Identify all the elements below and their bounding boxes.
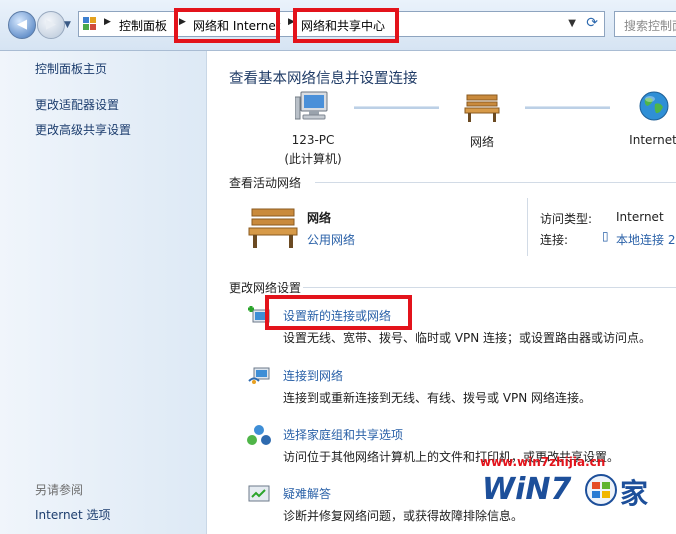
pc-subtitle: (此计算机): [284, 152, 342, 166]
sidebar: 控制面板主页 更改适配器设置 更改高级共享设置 另请参阅 Internet 选项: [0, 51, 207, 534]
connection-label: 连接:: [540, 233, 569, 247]
breadcrumb-separator-icon: ▶: [104, 17, 111, 27]
divider: [315, 182, 676, 183]
access-type-label: 访问类型:: [540, 212, 593, 226]
main-content: 查看基本网络信息并设置连接 123-PC (此计算机) 网络 Internet …: [207, 51, 676, 534]
search-input[interactable]: 搜索控制面: [614, 11, 676, 37]
access-type-value: Internet: [616, 210, 664, 224]
troubleshoot-link[interactable]: 疑难解答: [283, 485, 331, 502]
highlight-box: [265, 295, 412, 330]
windows-logo-icon: [585, 474, 617, 506]
page-title: 查看基本网络信息并设置连接: [229, 71, 418, 87]
sidebar-item-control-panel-home[interactable]: 控制面板主页: [35, 60, 107, 77]
homegroup-sharing-link[interactable]: 选择家庭组和共享选项: [283, 426, 403, 443]
back-arrow-icon: ◀: [17, 17, 27, 32]
divider: [303, 287, 676, 288]
back-button[interactable]: ◀: [8, 11, 36, 39]
forward-button[interactable]: ▶: [37, 11, 65, 39]
connection-line: [525, 106, 610, 109]
forward-arrow-icon: ▶: [46, 17, 56, 32]
highlight-box: [293, 8, 399, 43]
local-connection-link[interactable]: 本地连接 2: [616, 231, 675, 248]
watermark-brand: WiN7: [482, 472, 572, 507]
map-network-label: 网络: [469, 135, 494, 149]
troubleshoot-desc: 诊断并修复网络问题，或获得故障排除信息。: [283, 509, 524, 523]
active-networks-heading: 查看活动网络: [229, 176, 302, 190]
pc-name: 123-PC: [291, 133, 335, 147]
sidebar-item-internet-options[interactable]: Internet 选项: [35, 506, 110, 523]
sidebar-item-change-advanced-sharing[interactable]: 更改高级共享设置: [35, 121, 131, 138]
change-settings-heading: 更改网络设置: [229, 281, 302, 295]
highlight-box: [174, 8, 280, 43]
breadcrumb-control-panel[interactable]: 控制面板: [119, 17, 167, 34]
bench-icon[interactable]: [464, 93, 500, 123]
divider: [527, 198, 528, 256]
computer-icon[interactable]: [295, 89, 331, 123]
history-dropdown-icon[interactable]: ▼: [64, 20, 71, 30]
bench-icon: [248, 208, 298, 248]
homegroup-icon: [247, 425, 271, 445]
active-network-name: 网络: [307, 211, 332, 225]
watermark-suffix: 家: [620, 477, 649, 510]
connect-to-network-link[interactable]: 连接到网络: [283, 367, 343, 384]
watermark-url: www.win7zhijia.cn: [480, 455, 606, 469]
refresh-icon[interactable]: ⟳: [586, 15, 598, 31]
setup-new-connection-desc: 设置无线、宽带、拨号、临时或 VPN 连接；或设置路由器或访问点。: [283, 331, 652, 345]
map-pc-label: 123-PC (此计算机): [283, 133, 343, 167]
globe-icon[interactable]: [638, 90, 670, 122]
address-dropdown-icon[interactable]: ▼: [568, 18, 576, 29]
connect-to-network-desc: 连接到或重新连接到无线、有线、拨号或 VPN 网络连接。: [283, 391, 592, 405]
troubleshoot-icon: [248, 485, 270, 502]
ethernet-icon: ▯: [602, 229, 609, 243]
connect-to-network-icon: [248, 367, 270, 384]
sidebar-item-change-adapter-settings[interactable]: 更改适配器设置: [35, 96, 119, 113]
see-also-heading: 另请参阅: [35, 483, 84, 497]
network-type-link[interactable]: 公用网络: [307, 231, 355, 248]
control-panel-icon: [83, 17, 97, 31]
connection-line: [354, 106, 439, 109]
map-internet-label: Internet: [629, 133, 676, 147]
